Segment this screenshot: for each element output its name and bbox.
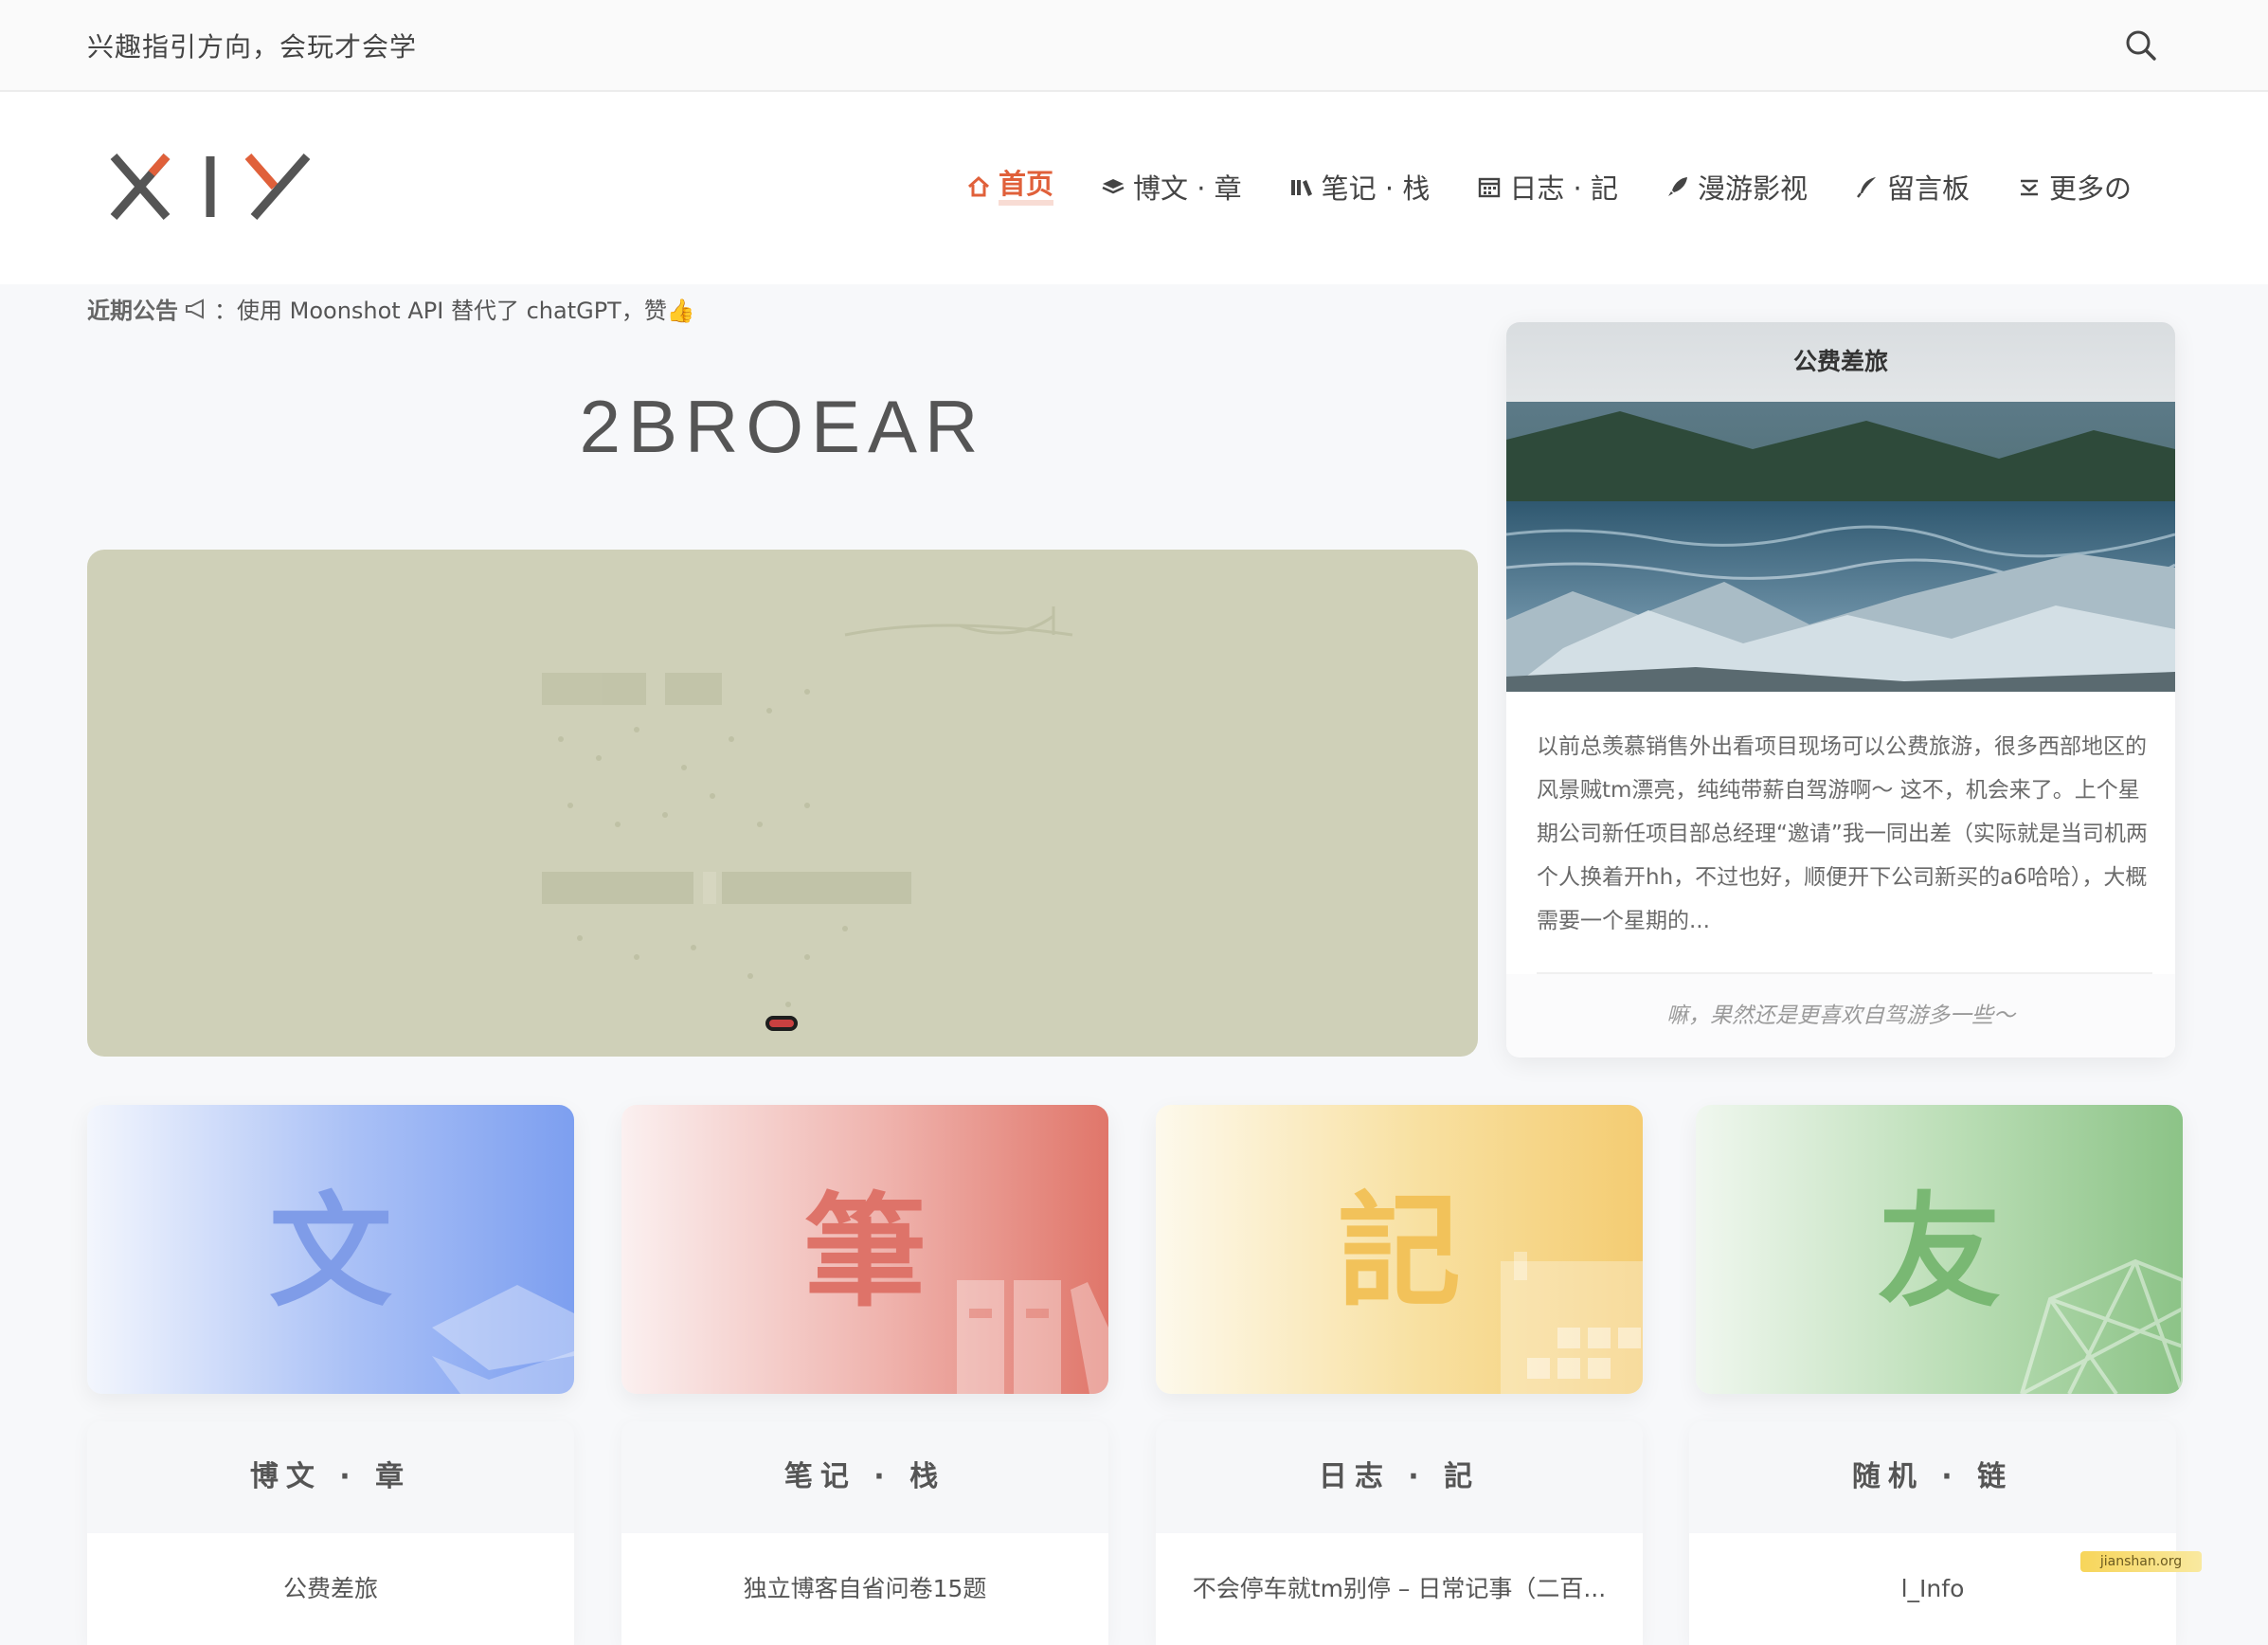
banner-slider[interactable] [87,550,1478,1057]
main-nav: 首页 博文 · 章 笔记 · 栈 日志 · 記 漫游影视 留言板 更多の [966,168,2179,206]
nav-item-film[interactable]: 漫游影视 [1665,167,1808,207]
category-glyph: 記 [1337,1179,1461,1324]
featured-post-excerpt: 以前总羡慕销售外出看项目现场可以公费旅游，很多西部地区的风景贼tm漂亮，纯纯带薪… [1537,734,2148,933]
category-latest-post[interactable]: 独立博客自省问卷15题 [621,1533,1108,1645]
category-title[interactable]: 博文 · 章 [87,1421,574,1533]
category-list-links: 随机 · 链 l_Info [1689,1421,2176,1645]
search-icon[interactable] [2122,27,2160,64]
download-icon [2021,179,2039,196]
category-card-diary[interactable]: 記 [1156,1105,1643,1394]
category-title[interactable]: 日志 · 記 [1156,1421,1643,1533]
category-latest-post[interactable]: 不会停车就tm别停 – 日常记事（二百... [1156,1533,1643,1645]
category-list-notes: 笔记 · 栈 独立博客自省问卷15题 [621,1421,1108,1645]
nav-item-diary[interactable]: 日志 · 記 [1477,167,1618,207]
category-list-diary: 日志 · 記 不会停车就tm别停 – 日常记事（二百... [1156,1421,1643,1645]
nav-label: 漫游影视 [1697,172,1808,205]
nav-item-home[interactable]: 首页 [966,168,1054,206]
nav-item-more[interactable]: 更多の [2017,167,2132,207]
featured-post-image[interactable] [1506,402,2175,692]
site-logo[interactable] [106,149,315,225]
category-glyph: 筆 [802,1179,927,1324]
category-list-blog: 博文 · 章 公费差旅 [87,1421,574,1645]
slider-image [542,606,1073,1007]
category-latest-post[interactable]: 公费差旅 [87,1533,574,1645]
category-glyph: 友 [1877,1179,2001,1324]
announcement-head: 近期公告 [87,298,178,324]
nav-label: 笔记 · 栈 [1321,172,1431,205]
nav-label: 留言板 [1887,172,1971,205]
category-card-links[interactable]: 友 [1696,1105,2183,1394]
nav-item-guestbook[interactable]: 留言板 [1855,167,1970,207]
announcement: 近期公告 ：使用 Moonshot API 替代了 chatGPT，赞👍 [87,292,695,325]
books-icon [1290,180,1312,196]
featured-post-title[interactable]: 公费差旅 [1506,322,2175,402]
calendar-icon [1479,177,1501,198]
featured-post-card[interactable]: 公费差旅 以前总羡慕销售外出看项目现场可以公费旅游，很多西部地区的风景贼tm漂亮… [1506,322,2175,1058]
home-icon [967,175,990,197]
category-glyph: 文 [268,1179,392,1324]
slider-indicator[interactable] [765,1016,798,1031]
announcement-text: ：使用 Moonshot API 替代了 chatGPT，赞👍 [214,298,695,324]
rocket-icon [1667,177,1687,196]
category-card-notes[interactable]: 筆 [621,1105,1108,1394]
category-title[interactable]: 随机 · 链 [1689,1421,2176,1533]
layers-icon [1102,179,1125,194]
category-title[interactable]: 笔记 · 栈 [621,1421,1108,1533]
feather-icon [1857,177,1876,198]
featured-post-quote: 嘛，果然还是更喜欢自驾游多一些～ [1506,974,2175,1058]
category-latest-post[interactable]: l_Info [1689,1533,2176,1645]
category-card-blog[interactable]: 文 [87,1105,574,1394]
nav-label: 首页 [999,168,1054,206]
nav-label: 更多の [2049,172,2133,205]
megaphone-icon [186,298,204,319]
nav-label: 博文 · 章 [1133,172,1242,205]
nav-item-notes[interactable]: 笔记 · 栈 [1289,167,1431,207]
site-title: 2BROEAR [579,385,986,468]
site-badge[interactable]: jianshan.org [2080,1551,2202,1572]
nav-label: 日志 · 記 [1509,172,1618,205]
site-header: 首页 博文 · 章 笔记 · 栈 日志 · 記 漫游影视 留言板 更多の [0,92,2268,284]
top-bar: 兴趣指引方向，会玩才会学 [0,0,2268,92]
nav-item-blog[interactable]: 博文 · 章 [1101,167,1242,207]
site-slogan: 兴趣指引方向，会玩才会学 [87,31,418,63]
